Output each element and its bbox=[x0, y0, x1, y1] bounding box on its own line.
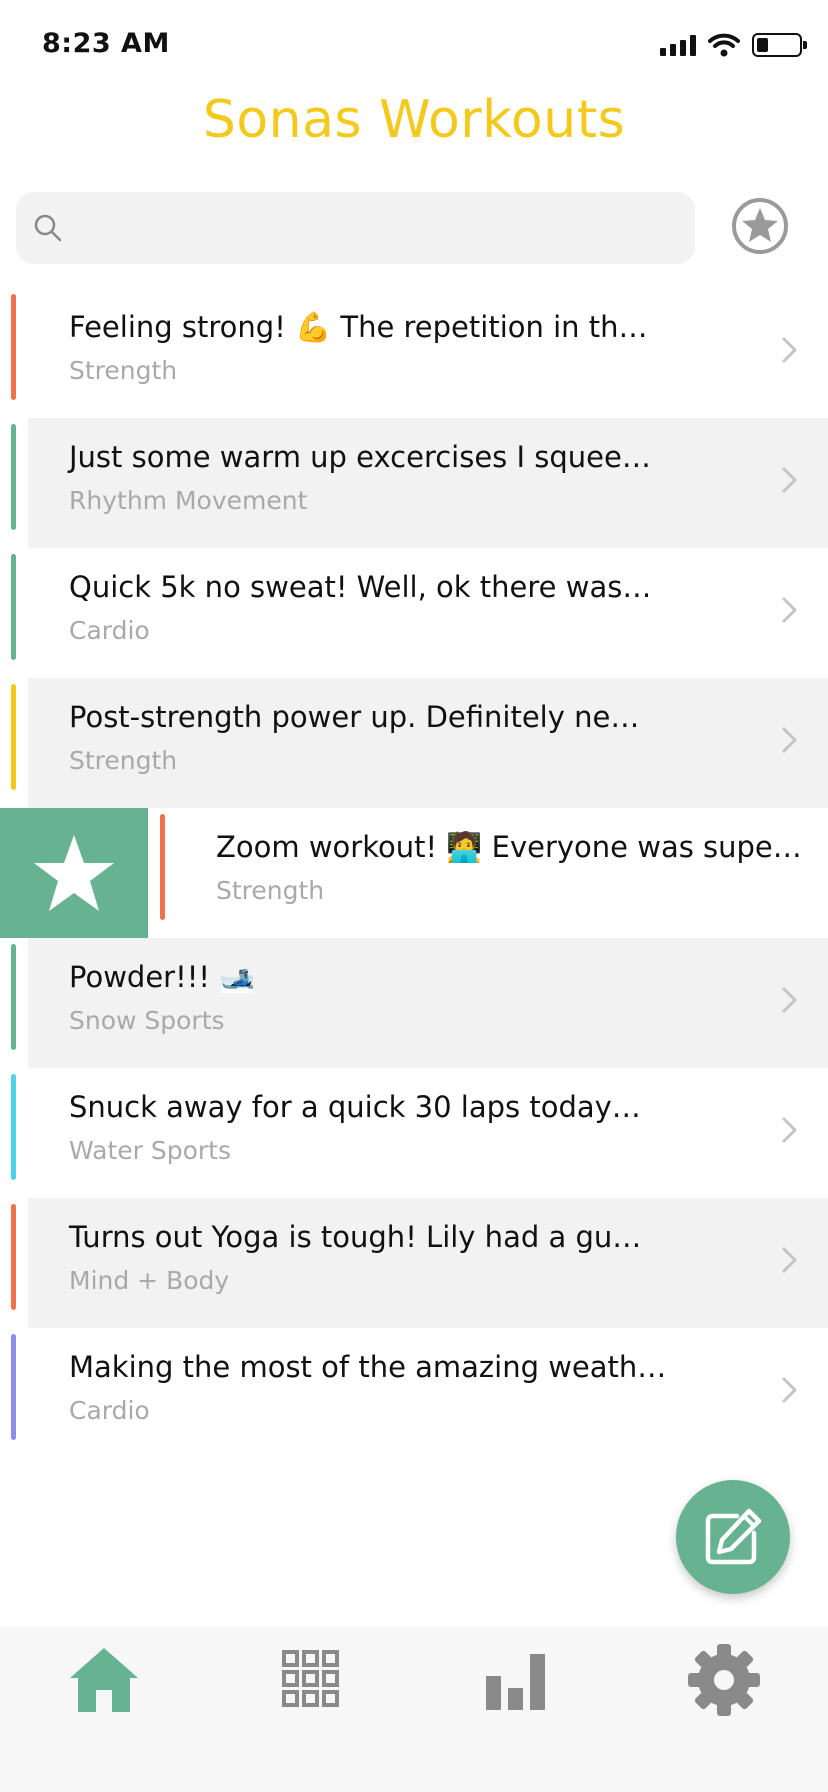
tab-home[interactable] bbox=[64, 1640, 144, 1720]
wifi-icon bbox=[708, 33, 740, 57]
category-accent-bar bbox=[11, 1074, 16, 1180]
battery-icon bbox=[752, 33, 807, 57]
compose-icon bbox=[705, 1508, 762, 1565]
chevron-right-icon bbox=[782, 727, 797, 753]
chevron-right-icon bbox=[782, 1377, 797, 1403]
status-bar: 8:23 AM bbox=[0, 0, 828, 90]
workout-category: Cardio bbox=[69, 1396, 150, 1425]
workout-title: Turns out Yoga is tough! Lily had a gu… bbox=[69, 1220, 642, 1254]
status-time: 8:23 AM bbox=[42, 28, 170, 59]
workout-row-1[interactable]: Just some warm up excercises I squee… Rh… bbox=[0, 418, 828, 548]
workout-row-7[interactable]: Turns out Yoga is tough! Lily had a gu… … bbox=[0, 1198, 828, 1328]
new-workout-button[interactable] bbox=[676, 1480, 790, 1594]
workout-category: Snow Sports bbox=[69, 1006, 225, 1035]
workout-title: Post-strength power up. Definitely ne… bbox=[69, 700, 640, 734]
workout-row-5[interactable]: Powder!!! 🎿 Snow Sports bbox=[0, 938, 828, 1068]
tab-settings[interactable] bbox=[684, 1640, 764, 1720]
search-icon bbox=[34, 214, 62, 242]
list-item[interactable]: Zoom workout! 🧑‍💻 Everyone was supe… Str… bbox=[176, 808, 828, 938]
list-item[interactable]: Powder!!! 🎿 Snow Sports bbox=[28, 938, 828, 1068]
search-bar[interactable] bbox=[16, 192, 695, 264]
category-accent-bar bbox=[11, 684, 16, 790]
list-item[interactable]: Just some warm up excercises I squee… Rh… bbox=[28, 418, 828, 548]
list-item[interactable]: Post-strength power up. Definitely ne… S… bbox=[28, 678, 828, 808]
chevron-right-icon bbox=[782, 987, 797, 1013]
star-icon bbox=[34, 835, 114, 911]
workout-title: Zoom workout! 🧑‍💻 Everyone was supe… bbox=[216, 830, 802, 864]
search-input[interactable] bbox=[76, 192, 676, 264]
home-icon bbox=[70, 1648, 138, 1712]
workout-title: Snuck away for a quick 30 laps today… bbox=[69, 1090, 641, 1124]
category-accent-bar bbox=[11, 944, 16, 1050]
workout-category: Strength bbox=[216, 876, 325, 905]
category-accent-bar bbox=[160, 814, 165, 920]
workout-title: Powder!!! 🎿 bbox=[69, 960, 256, 994]
workout-title: Just some warm up excercises I squee… bbox=[69, 440, 651, 474]
workout-title: Making the most of the amazing weath… bbox=[69, 1350, 667, 1384]
workout-title: Quick 5k no sweat! Well, ok there was… bbox=[69, 570, 652, 604]
list-item[interactable]: Making the most of the amazing weath… Ca… bbox=[28, 1328, 828, 1458]
workout-row-8[interactable]: Making the most of the amazing weath… Ca… bbox=[0, 1328, 828, 1458]
status-icons bbox=[660, 30, 807, 60]
favorite-swipe-button[interactable] bbox=[0, 808, 148, 938]
workout-row-6[interactable]: Snuck away for a quick 30 laps today… Wa… bbox=[0, 1068, 828, 1198]
favorites-filter-star-icon[interactable] bbox=[730, 196, 790, 256]
chevron-right-icon bbox=[782, 1117, 797, 1143]
chevron-right-icon bbox=[782, 467, 797, 493]
grid-icon bbox=[282, 1650, 339, 1707]
category-accent-bar bbox=[11, 294, 16, 400]
category-accent-bar bbox=[11, 1204, 16, 1310]
category-accent-bar bbox=[11, 554, 16, 660]
list-item[interactable]: Quick 5k no sweat! Well, ok there was… C… bbox=[28, 548, 828, 678]
workout-category: Rhythm Movement bbox=[69, 486, 308, 515]
workout-row-4[interactable]: Zoom workout! 🧑‍💻 Everyone was supe… Str… bbox=[0, 808, 828, 938]
workout-category: Strength bbox=[69, 356, 178, 385]
bar-chart-icon bbox=[486, 1654, 545, 1710]
chevron-right-icon bbox=[782, 337, 797, 363]
workout-category: Cardio bbox=[69, 616, 150, 645]
tab-grid[interactable] bbox=[270, 1640, 350, 1720]
workouts-screen: 8:23 AM Sonas Workouts Feeling strong! 💪… bbox=[0, 0, 828, 1792]
workout-category: Strength bbox=[69, 746, 178, 775]
tab-bar bbox=[0, 1626, 828, 1792]
gear-icon bbox=[688, 1644, 760, 1716]
cellular-signal-icon bbox=[660, 34, 696, 56]
chevron-right-icon bbox=[782, 597, 797, 623]
chevron-right-icon bbox=[782, 1247, 797, 1273]
workout-row-2[interactable]: Quick 5k no sweat! Well, ok there was… C… bbox=[0, 548, 828, 678]
workout-category: Water Sports bbox=[69, 1136, 231, 1165]
workout-title: Feeling strong! 💪 The repetition in th… bbox=[69, 310, 648, 344]
workout-row-0[interactable]: Feeling strong! 💪 The repetition in th… … bbox=[0, 288, 828, 418]
tab-stats[interactable] bbox=[476, 1640, 556, 1720]
workout-row-3[interactable]: Post-strength power up. Definitely ne… S… bbox=[0, 678, 828, 808]
list-item[interactable]: Feeling strong! 💪 The repetition in th… … bbox=[28, 288, 828, 418]
category-accent-bar bbox=[11, 424, 16, 530]
page-title: Sonas Workouts bbox=[202, 90, 626, 150]
list-item[interactable]: Turns out Yoga is tough! Lily had a gu… … bbox=[28, 1198, 828, 1328]
workout-category: Mind + Body bbox=[69, 1266, 230, 1295]
category-accent-bar bbox=[11, 1334, 16, 1440]
list-item[interactable]: Snuck away for a quick 30 laps today… Wa… bbox=[28, 1068, 828, 1198]
